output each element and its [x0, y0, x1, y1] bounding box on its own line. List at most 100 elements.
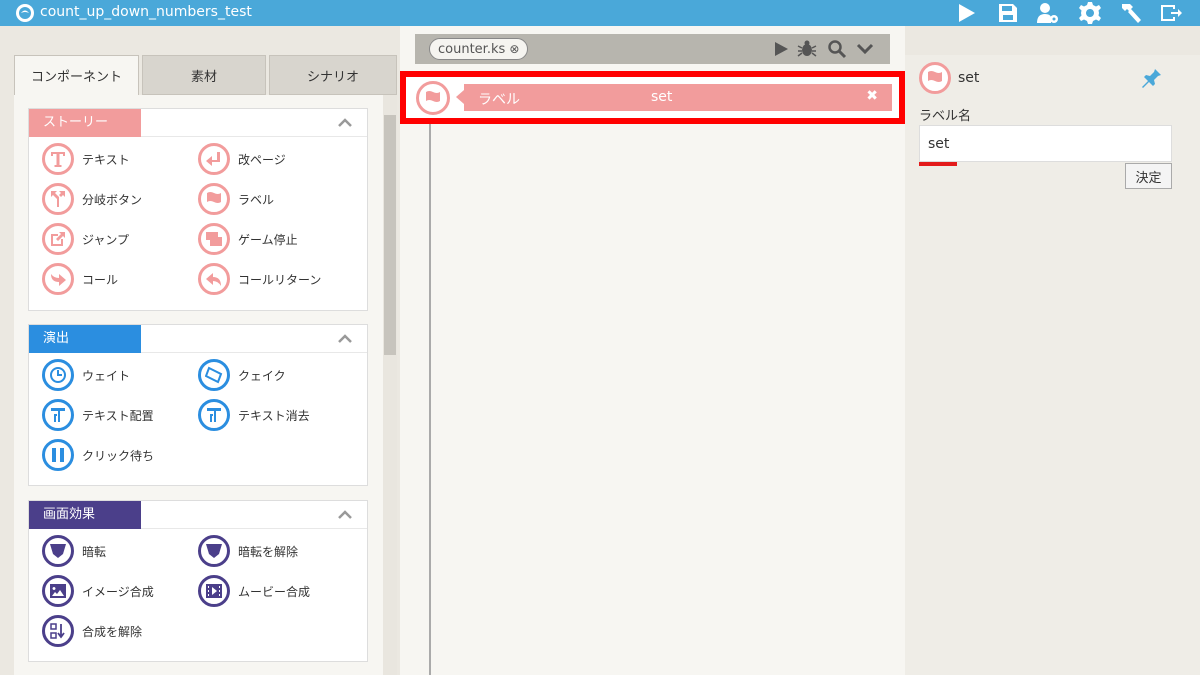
- component-label: ゲーム停止: [238, 232, 298, 247]
- call-arrow-icon: [42, 263, 74, 295]
- chevron-up-icon[interactable]: [337, 115, 353, 131]
- component-label: テキスト: [82, 152, 130, 167]
- text-place-icon: [42, 399, 74, 431]
- component-text-placement[interactable]: テキスト配置: [42, 397, 154, 433]
- confirm-button[interactable]: 決定: [1125, 163, 1172, 189]
- play-icon[interactable]: [952, 0, 980, 26]
- component-label: イメージ合成: [82, 584, 154, 599]
- composite-release-icon: [42, 615, 74, 647]
- scrollbar-thumb[interactable]: [384, 115, 396, 355]
- jump-icon: [42, 223, 74, 255]
- exit-icon[interactable]: [1157, 0, 1185, 26]
- properties-panel: set ラベル名 set 決定: [905, 55, 1200, 675]
- component-label: テキスト消去: [238, 408, 310, 423]
- component-call-return[interactable]: コールリターン: [198, 261, 321, 297]
- component-list: ストーリー テキスト 改ページ 分岐ボタン ラベル ジャンプ ゲーム停止 コール…: [14, 95, 397, 675]
- text-erase-icon: [198, 399, 230, 431]
- search-icon[interactable]: [827, 39, 847, 59]
- pin-icon[interactable]: [1139, 65, 1163, 89]
- shield-release-icon: [198, 535, 230, 567]
- component-text-erase[interactable]: テキスト消去: [198, 397, 310, 433]
- section-story: ストーリー テキスト 改ページ 分岐ボタン ラベル ジャンプ ゲーム停止 コール…: [28, 108, 368, 311]
- hammer-icon[interactable]: [1116, 0, 1144, 26]
- component-label: 暗転: [82, 544, 107, 559]
- component-wait[interactable]: ウェイト: [42, 357, 130, 393]
- tab-materials[interactable]: 素材: [142, 55, 266, 95]
- component-label: コール: [82, 272, 119, 287]
- movie-icon: [198, 575, 230, 607]
- branch-icon: [42, 183, 74, 215]
- pause-icon: [42, 439, 74, 471]
- component-movie-composite[interactable]: ムービー合成: [198, 573, 310, 609]
- component-quake[interactable]: クェイク: [198, 357, 286, 393]
- component-text[interactable]: テキスト: [42, 141, 130, 177]
- quake-icon: [198, 359, 230, 391]
- text-t-icon: [42, 143, 74, 175]
- component-blackout[interactable]: 暗転: [42, 533, 106, 569]
- gear-icon[interactable]: [1076, 0, 1104, 26]
- component-composite-release[interactable]: 合成を解除: [42, 613, 142, 649]
- flag-icon: [416, 81, 450, 115]
- component-label: クリック待ち: [82, 448, 155, 463]
- component-call[interactable]: コール: [42, 261, 118, 297]
- tab-scenario[interactable]: シナリオ: [269, 55, 397, 95]
- file-tab[interactable]: counter.ks ⊗: [429, 38, 529, 60]
- label-name-input[interactable]: set: [919, 125, 1172, 162]
- shield-icon: [42, 535, 74, 567]
- label-row-selected[interactable]: ラベル set ✖: [400, 71, 905, 124]
- close-icon[interactable]: ⊗: [509, 42, 519, 56]
- component-label: ウェイト: [82, 368, 131, 383]
- row-value: set: [651, 89, 673, 105]
- component-label: 改ページ: [238, 152, 286, 167]
- component-blackout-release[interactable]: 暗転を解除: [198, 533, 298, 569]
- section-screen-effects: 画面効果 暗転 暗転を解除 イメージ合成 ムービー合成 合成を解除: [28, 500, 368, 662]
- component-label: 合成を解除: [82, 624, 143, 639]
- component-label: ジャンプ: [82, 232, 130, 247]
- input-focus-underline: [919, 162, 957, 166]
- image-icon: [42, 575, 74, 607]
- save-icon[interactable]: [994, 0, 1022, 26]
- row-type-label: ラベル: [478, 92, 520, 108]
- return-arrow-icon: [198, 143, 230, 175]
- component-label: 暗転を解除: [238, 544, 299, 559]
- flag-icon: [919, 62, 951, 94]
- file-tab-label: counter.ks: [438, 42, 506, 57]
- component-label: ラベル: [238, 192, 275, 207]
- flag-icon: [198, 183, 230, 215]
- window-stop-icon: [198, 223, 230, 255]
- section-title: 演出: [29, 325, 141, 353]
- chevron-up-icon[interactable]: [337, 507, 353, 523]
- component-image-composite[interactable]: イメージ合成: [42, 573, 154, 609]
- chevron-up-icon[interactable]: [337, 331, 353, 347]
- clock-icon: [42, 359, 74, 391]
- component-label: 分岐ボタン: [82, 192, 143, 207]
- section-title: 画面効果: [29, 501, 141, 529]
- delete-icon[interactable]: ✖: [866, 88, 878, 104]
- section-effects: 演出 ウェイト クェイク テキスト配置 テキスト消去 クリック待ち: [28, 324, 368, 486]
- label-name-caption: ラベル名: [919, 109, 972, 124]
- component-game-stop[interactable]: ゲーム停止: [198, 221, 298, 257]
- component-label-item[interactable]: ラベル: [198, 181, 274, 217]
- component-jump[interactable]: ジャンプ: [42, 221, 129, 257]
- bug-icon[interactable]: [797, 39, 817, 59]
- label-row-bar[interactable]: ラベル set ✖: [456, 84, 892, 111]
- component-label: コールリターン: [238, 272, 322, 287]
- component-label: テキスト配置: [82, 408, 154, 423]
- app-header: count_up_down_numbers_test: [0, 0, 1200, 26]
- component-branch-button[interactable]: 分岐ボタン: [42, 181, 142, 217]
- app-title: count_up_down_numbers_test: [40, 4, 252, 20]
- file-tab-bar: counter.ks ⊗: [415, 34, 890, 64]
- component-page-break[interactable]: 改ページ: [198, 141, 286, 177]
- tab-components[interactable]: コンポーネント: [14, 55, 139, 95]
- chevron-down-icon[interactable]: [855, 39, 875, 59]
- play-icon[interactable]: [771, 39, 791, 59]
- properties-title: set: [958, 70, 980, 86]
- user-settings-icon[interactable]: [1034, 0, 1062, 26]
- section-title: ストーリー: [29, 109, 141, 137]
- component-click-wait[interactable]: クリック待ち: [42, 437, 154, 473]
- component-label: ムービー合成: [238, 584, 311, 599]
- app-logo-icon: [16, 4, 34, 22]
- script-editor: counter.ks ⊗ ラベル set ✖: [400, 26, 905, 675]
- timeline-line: [429, 86, 431, 675]
- call-return-icon: [198, 263, 230, 295]
